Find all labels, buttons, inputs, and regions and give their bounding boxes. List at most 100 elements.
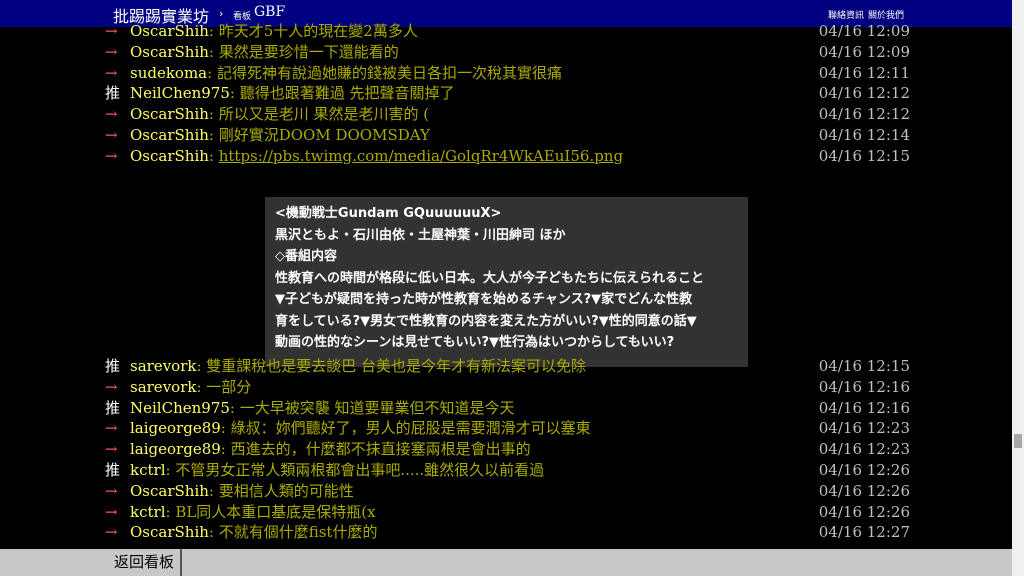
- push-content-text: : 雙重課稅也是要去談巴 台美也是今年才有新法案可以免除: [196, 357, 587, 375]
- push-content: : 一大早被突襲 知道要畢業但不知道是今天: [230, 399, 515, 417]
- push-userid: OscarShih: [130, 146, 209, 165]
- push-tag: →: [105, 523, 118, 542]
- push-row: → OscarShih: 要相信人類的可能性 04/16 12:26: [105, 481, 910, 502]
- push-row: → OscarShih: 所以又是老川 果然是老川害的 ( 04/16 12:12: [105, 104, 910, 125]
- push-content: : 要相信人類的可能性: [209, 482, 354, 500]
- push-timestamp: 04/16 12:27: [818, 523, 910, 542]
- push-tag: →: [105, 22, 118, 40]
- push-tag: →: [105, 419, 118, 438]
- push-userid: laigeorge89: [130, 419, 221, 438]
- push-userid: OscarShih: [130, 42, 209, 61]
- push-content: : BL同人本重口基底是保特瓶(x: [166, 503, 376, 521]
- push-content-text: : 不就有個什麼fist什麼的: [208, 523, 378, 542]
- push-row: → sarevork: 一部分 04/16 12:16: [105, 377, 910, 398]
- push-timestamp: 04/16 12:15: [818, 357, 910, 375]
- push-timestamp: 04/16 12:14: [818, 126, 910, 144]
- push-tag: 推: [105, 461, 121, 479]
- push-tag: →: [105, 126, 118, 144]
- preview-line: ▼子どもが疑問を持った時が性教育を始めるチャンス?▼家でどんな性教: [275, 292, 693, 307]
- push-content-text: : BL同人本重口基底是保特瓶(x: [165, 502, 376, 521]
- push-userid: kctrl: [130, 461, 166, 479]
- push-content-text: :: [208, 146, 219, 165]
- push-content: : 果然是要珍惜一下還能看的: [209, 43, 399, 61]
- push-userid: NeilChen975: [130, 398, 230, 417]
- push-userid: OscarShih: [130, 523, 209, 542]
- push-tag: →: [105, 377, 118, 396]
- push-row: → OscarShih: 不就有個什麼fist什麼的 04/16 12:27: [105, 522, 910, 543]
- push-content-text: : 綠叔：妳們聽好了，男人的屁股是需要潤滑才可以塞東: [220, 419, 591, 438]
- board-name-link[interactable]: GBF: [254, 4, 285, 20]
- push-userid: laigeorge89: [130, 440, 221, 459]
- push-row: 推 NeilChen975: 聽得也跟著難過 先把聲音關掉了 04/16 12:12: [105, 83, 910, 104]
- push-timestamp: 04/16 12:23: [818, 419, 910, 438]
- push-content: : 聽得也跟著難過 先把聲音關掉了: [230, 84, 455, 102]
- push-timestamp: 04/16 12:12: [818, 84, 910, 103]
- push-timestamp: 04/16 12:09: [818, 22, 910, 40]
- push-row: → laigeorge89: 西進去的，什麼都不抹直接塞兩根是會出事的 04/16 …: [105, 439, 910, 460]
- push-row: → OscarShih: 果然是要珍惜一下還能看的 04/16 12:09: [105, 42, 910, 63]
- push-row: 推 NeilChen975: 一大早被突襲 知道要畢業但不知道是今天 04/16 1…: [105, 398, 910, 419]
- push-tag: →: [105, 42, 118, 61]
- push-row: → OscarShih: https://pbs.twimg.com/media/…: [105, 146, 910, 167]
- preview-line: <機動戦士Gundam GQuuuuuuX>: [275, 206, 502, 221]
- push-tag: →: [105, 481, 118, 500]
- push-content: : https://pbs.twimg.com/media/GolqRr4WkA…: [209, 147, 623, 165]
- push-tag: 推: [105, 398, 121, 417]
- push-row: 推 kctrl: 不管男女正常人類兩根都會出事吧.....雖然很久以前看過 04/1…: [105, 460, 910, 481]
- push-userid: OscarShih: [130, 22, 209, 40]
- breadcrumb-separator: ›: [219, 7, 224, 20]
- push-content: : 剛好實況DOOM DOOMSDAY: [209, 126, 430, 144]
- push-content-text: : 剛好實況DOOM DOOMSDAY: [208, 126, 430, 144]
- push-timestamp: 04/16 12:23: [818, 440, 910, 459]
- push-row: 推 sarevork: 雙重課稅也是要去談巴 台美也是今年才有新法案可以免除 04/…: [105, 356, 910, 377]
- push-row: → sudekoma: 記得死神有說過她賺的錢被美日各扣一次稅其實很痛 04/16 …: [105, 63, 910, 84]
- push-content-text: : 聽得也跟著難過 先把聲音關掉了: [229, 84, 455, 103]
- push-tag: →: [105, 146, 118, 165]
- push-timestamp: 04/16 12:15: [818, 146, 910, 165]
- push-tag: 推: [105, 357, 121, 375]
- push-timestamp: 04/16 12:26: [818, 481, 910, 500]
- push-tag: →: [105, 440, 118, 459]
- push-userid: NeilChen975: [130, 84, 230, 103]
- article-push-list: → OscarShih: 昨天才5十人的現在變2萬多人 04/16 12:09 → Os…: [0, 22, 1012, 549]
- push-timestamp: 04/16 12:11: [818, 63, 910, 82]
- push-content-text: : 一部分: [196, 377, 252, 396]
- scrollbar-thumb[interactable]: [1014, 434, 1022, 448]
- push-image-link[interactable]: https://pbs.twimg.com/media/GolqRr4WkAEu…: [219, 147, 623, 165]
- push-row: → OscarShih: 昨天才5十人的現在變2萬多人 04/16 12:09: [105, 22, 910, 42]
- bottom-bar: 返回看板: [0, 549, 1012, 576]
- push-content-text: : 記得死神有說過她賺的錢被美日各扣一次稅其實很痛: [207, 63, 562, 82]
- push-content-text: : 所以又是老川 果然是老川害的 (: [208, 105, 430, 124]
- push-userid: OscarShih: [130, 105, 209, 124]
- preview-line: 動画の性的なシーンは見せてもいい?▼性行為はいつからしてもいい?: [275, 335, 675, 350]
- push-content-text: : 要相信人類的可能性: [208, 481, 354, 500]
- push-content-text: : 一大早被突襲 知道要畢業但不知道是今天: [229, 398, 515, 417]
- about-link[interactable]: 關於我們: [868, 8, 904, 21]
- preview-line: 性教育への時間が格段に低い日本。大人が今子どもたちに伝えられること: [275, 270, 705, 286]
- push-tag: 推: [105, 84, 121, 103]
- push-content: : 一部分: [196, 378, 251, 396]
- push-userid: sarevork: [130, 357, 197, 375]
- preview-line: 育をしている?▼男女で性教育の内容を変えた方がいい?▼性的同意の話▼: [275, 313, 697, 329]
- push-content: : 雙重課稅也是要去談巴 台美也是今年才有新法案可以免除: [196, 357, 586, 375]
- back-to-board-button[interactable]: 返回看板: [108, 549, 183, 576]
- push-content: : 綠叔：妳們聽好了，男人的屁股是需要潤滑才可以塞東: [221, 419, 591, 437]
- push-userid: kctrl: [130, 502, 166, 521]
- push-timestamp: 04/16 12:09: [818, 42, 910, 61]
- contact-link[interactable]: 聯絡資訊: [828, 8, 864, 21]
- board-label: 看板: [233, 12, 252, 22]
- push-tag: →: [105, 502, 118, 521]
- page-scrollbar[interactable]: [1012, 0, 1024, 576]
- push-content: : 所以又是老川 果然是老川害的 (: [209, 105, 429, 123]
- push-tag: →: [105, 105, 118, 124]
- push-timestamp: 04/16 12:12: [818, 105, 910, 124]
- push-userid: sarevork: [130, 377, 197, 396]
- push-content-text: : 西進去的，什麼都不抹直接塞兩根是會出事的: [220, 440, 531, 459]
- push-content-text: : 不管男女正常人類兩根都會出事吧.....雖然很久以前看過: [165, 461, 545, 479]
- push-content-text: : 昨天才5十人的現在變2萬多人: [208, 22, 418, 40]
- push-content: : 西進去的，什麼都不抹直接塞兩根是會出事的: [221, 440, 531, 458]
- preview-line: 黒沢ともよ・石川由依・土屋神葉・川田紳司 ほか: [275, 227, 566, 243]
- push-content-text: : 果然是要珍惜一下還能看的: [208, 42, 399, 61]
- push-row: → laigeorge89: 綠叔：妳們聽好了，男人的屁股是需要潤滑才可以塞東 04…: [105, 418, 910, 439]
- push-row: → OscarShih: 剛好實況DOOM DOOMSDAY 04/16 12:14: [105, 125, 910, 146]
